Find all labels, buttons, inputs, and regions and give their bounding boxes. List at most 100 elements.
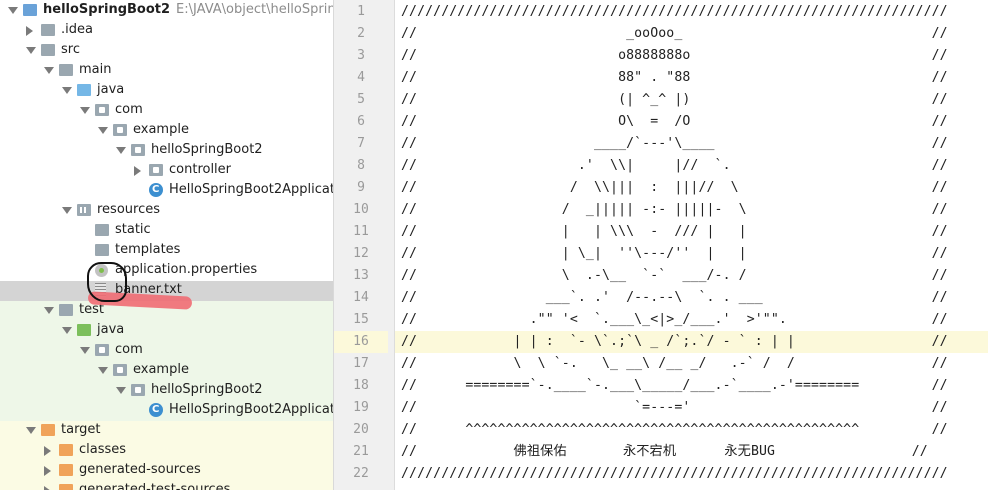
tree-node-text: resources [97,202,161,217]
tree-node[interactable]: static [0,221,333,241]
line-number: 14 [353,290,369,305]
line-number: 4 [357,70,365,85]
collapse-arrow-icon[interactable] [44,446,51,456]
tree-node[interactable]: resources [0,201,333,221]
expand-arrow-icon[interactable] [26,47,36,54]
collapse-arrow-icon[interactable] [44,466,51,476]
code-line[interactable]: // ========`-.____`-.___\_____/___.-`___… [395,375,988,397]
package-icon [131,144,145,156]
tree-node[interactable]: com [0,341,333,361]
tree-node[interactable]: generated-test-sources [0,481,333,490]
tree-node-text: application.properties [115,262,258,277]
excluded-folder-icon [41,424,55,436]
code-line[interactable]: // | | : `- \`.;`\ _ /`;.`/ - ` : | | // [395,331,988,353]
line-number: 3 [357,48,365,63]
tree-node[interactable]: classes [0,441,333,461]
excluded-folder-icon [59,464,73,476]
expand-arrow-icon[interactable] [8,7,18,14]
code-line[interactable]: // \ \ `-. \_ __\ /__ _/ .-` / / // [395,353,988,375]
code-line[interactable]: ////////////////////////////////////////… [395,1,988,23]
tree-node-text: com [115,342,143,357]
tree-node-label: helloSpringBoot2 [151,382,263,397]
code-line[interactable]: // \ .-\__ `-` ___/-. / // [395,265,988,287]
code-line[interactable]: // | | \\\ - /// | | // [395,221,988,243]
code-line[interactable]: // 佛祖保佑 永不宕机 永无BUG // [395,441,988,463]
excluded-folder-icon [59,484,73,490]
line-number: 15 [353,312,369,327]
expand-arrow-icon[interactable] [62,327,72,334]
tree-node-text: generated-sources [79,462,201,477]
tree-node[interactable]: example [0,361,333,381]
code-line[interactable]: // ^^^^^^^^^^^^^^^^^^^^^^^^^^^^^^^^^^^^^… [395,419,988,441]
code-line[interactable]: // O\ = /O // [395,111,988,133]
expand-arrow-icon[interactable] [62,87,72,94]
tree-node[interactable]: helloSpringBoot2 [0,381,333,401]
tree-node-label: example [133,122,189,137]
tree-node[interactable]: java [0,321,333,341]
code-line[interactable]: // o8888888o // [395,45,988,67]
code-line[interactable]: // ___`. .' /--.--\ `. . ___ // [395,287,988,309]
code-line[interactable]: // _ooOoo_ // [395,23,988,45]
line-number: 22 [353,466,369,481]
tree-node[interactable]: helloSpringBoot2 [0,141,333,161]
tree-node-text: HelloSpringBoot2Application [169,402,333,417]
tree-node[interactable]: HelloSpringBoot2Application [0,181,333,201]
expand-arrow-icon[interactable] [98,367,108,374]
code-editor[interactable]: 1 2 3 4 5 6 7 8 9 10 11 12 13 14 15 16 17 18 19 20 21 22 ////… [334,0,988,490]
tree-node-text: controller [169,162,232,177]
tree-node[interactable]: generated-sources [0,461,333,481]
code-line[interactable]: ////////////////////////////////////////… [395,463,988,485]
tree-node-text: HelloSpringBoot2Application [169,182,333,197]
code-line[interactable]: // ____/`---'\____ // [395,133,988,155]
source-folder-icon [77,84,91,96]
tree-node[interactable]: com [0,101,333,121]
tree-node-text: .idea [61,22,93,37]
tree-node[interactable]: java [0,81,333,101]
code-line[interactable]: // .' \\| |// `. // [395,155,988,177]
tree-node[interactable]: main [0,61,333,81]
package-icon [113,124,127,136]
tree-node-text: java [97,322,125,337]
tree-node[interactable]: HelloSpringBoot2Application [0,401,333,421]
code-line[interactable]: // 88" . "88 // [395,67,988,89]
tree-node[interactable]: target [0,421,333,441]
code-line[interactable]: // / \\||| : |||// \ // [395,177,988,199]
line-number: 9 [357,180,365,195]
tree-node-text: static [115,222,151,237]
expand-arrow-icon[interactable] [44,67,54,74]
tree-node[interactable]: application.properties [0,261,333,281]
tree-node-text: java [97,82,125,97]
tree-node[interactable]: src [0,41,333,61]
tree-node-label: HelloSpringBoot2Application [169,402,333,417]
package-icon [95,344,109,356]
expand-arrow-icon[interactable] [116,147,126,154]
expand-arrow-icon[interactable] [80,107,90,114]
expand-arrow-icon[interactable] [116,387,126,394]
tree-node[interactable]: .idea [0,21,333,41]
package-icon [149,164,163,176]
code-line[interactable]: // `=---=' // [395,397,988,419]
expand-arrow-icon[interactable] [26,427,36,434]
tree-node-label: java [97,82,124,97]
code-line[interactable]: // ."" '< `.___\_<|>_/___.' >'"". // [395,309,988,331]
tree-node-text: classes [79,442,127,457]
expand-arrow-icon[interactable] [98,127,108,134]
code-line[interactable]: // (| ^_^ |) // [395,89,988,111]
collapse-arrow-icon[interactable] [44,486,51,490]
folder-icon [41,24,55,36]
java-class-icon [149,183,163,197]
tree-node[interactable]: helloSpringBoot2 E:\JAVA\object\helloSpri… [0,1,333,21]
java-class-icon [149,403,163,417]
tree-node[interactable]: controller [0,161,333,181]
collapse-arrow-icon[interactable] [134,166,141,176]
project-tree-scrollbar[interactable] [323,0,331,490]
expand-arrow-icon[interactable] [80,347,90,354]
code-line[interactable]: // | \_| ''\---/'' | | // [395,243,988,265]
tree-node-label: helloSpringBoot2 E:\JAVA\object\helloSpri… [43,2,333,17]
tree-node[interactable]: example [0,121,333,141]
expand-arrow-icon[interactable] [62,207,72,214]
code-line[interactable]: // / _||||| -:- |||||- \ // [395,199,988,221]
tree-node[interactable]: templates [0,241,333,261]
collapse-arrow-icon[interactable] [26,26,33,36]
expand-arrow-icon[interactable] [44,307,54,314]
